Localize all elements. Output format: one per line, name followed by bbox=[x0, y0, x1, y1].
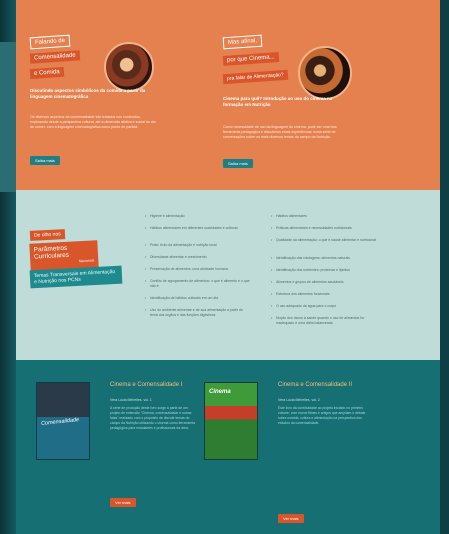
book-cover-2[interactable]: Cinema bbox=[204, 382, 258, 460]
bullet-item: Preservação de alimentos: uma atividade … bbox=[145, 267, 250, 272]
bullet-item: Hábitos alimentares em diferentes socied… bbox=[145, 226, 250, 231]
right-subtitle: Cinema para quê? Introdução ao uso do ci… bbox=[223, 96, 333, 107]
bullet-item: Higiene e alimentação bbox=[145, 214, 250, 219]
tag-mas-afinal: Mas afinal, bbox=[222, 34, 263, 50]
side-strip bbox=[0, 42, 16, 192]
bullet-item: Qualidade da alimentação: o que é saúde … bbox=[271, 238, 376, 243]
book1-title: Cinema e Comensalidade I bbox=[110, 382, 183, 388]
bullet-item: Identificação das rotulagens: alimentos … bbox=[271, 256, 376, 261]
section-intro: Falando de Comensalidade e Comida Discut… bbox=[0, 0, 440, 192]
film-still-circle-2 bbox=[298, 46, 352, 100]
book2-ver-mais-button[interactable]: Ver mais bbox=[278, 514, 304, 523]
book-cover-1-title: Comensalidade bbox=[40, 417, 80, 427]
film-still-circle-1 bbox=[104, 42, 154, 92]
bullet-item: Diversidade alimentar e crescimento bbox=[145, 255, 250, 260]
bullet-item: Estrutura dos alimentos funcionais bbox=[271, 292, 376, 297]
section-books: Comensalidade Cinema e Comensalidade I V… bbox=[16, 360, 440, 534]
bullet-item: Hábitos alimentares bbox=[271, 214, 376, 219]
bullet-item: Conflito de agrupamento de alimentos: o … bbox=[145, 279, 250, 289]
tag-falando: Falando de bbox=[29, 34, 71, 50]
tag-alimentacao: pra falar de Alimentação? bbox=[222, 69, 288, 85]
page: Falando de Comensalidade e Comida Discut… bbox=[0, 0, 440, 534]
bullet-item: Identificação de hábitos culturais em um… bbox=[145, 296, 250, 301]
bullet-item: Noção dos riscos à saúde quando o uso de… bbox=[271, 316, 376, 326]
book1-ver-mais-button[interactable]: Ver mais bbox=[110, 498, 136, 507]
tag-comensalidade: Comensalidade bbox=[29, 50, 80, 64]
bullet-item: Práticas alimentares e necessidades nutr… bbox=[271, 226, 376, 231]
book-cover-2-title: Cinema bbox=[209, 389, 231, 395]
bullet-item: Uso do ambiente alimentar e de sua alime… bbox=[145, 308, 250, 318]
section-pcn: De olho nos Parâmetros Curriculares Naci… bbox=[16, 190, 440, 360]
book2-meta: Vera Lúcia Meirelles. vol. 2 bbox=[278, 398, 320, 402]
temas-transversais-box: Temas Transversais em Alimentação e Nutr… bbox=[29, 265, 123, 289]
tag-comida: e Comida bbox=[29, 66, 64, 80]
bullet-item: Identificação dos nutrientes: proteínas … bbox=[271, 268, 376, 273]
right-saiba-mais-button[interactable]: Saiba mais bbox=[223, 159, 253, 168]
left-saiba-mais-button[interactable]: Saiba mais bbox=[30, 156, 60, 165]
book1-meta: Vera Lúcia Meirelles. vol. 1 bbox=[110, 398, 152, 402]
bullet-item: Prato: fruto da alimentação e nutrição l… bbox=[145, 243, 250, 248]
book2-text: Este livro dá continuidade ao projeto in… bbox=[278, 406, 366, 425]
tag-de-olho: De olho nos bbox=[29, 229, 65, 241]
right-backdrop bbox=[440, 0, 449, 534]
book-cover-1[interactable]: Comensalidade bbox=[36, 382, 90, 460]
bullet-item: O uso adequado da água para o corpo bbox=[271, 304, 376, 309]
pcn-title-box: Parâmetros Curriculares Nacionais bbox=[29, 240, 99, 271]
tag-por-que-cinema: por que Cinema... bbox=[222, 52, 279, 66]
left-subtitle: Discutindo aspectos simbólicos da comida… bbox=[30, 88, 146, 99]
right-text: Como necessidade de uso da linguagem do … bbox=[223, 125, 337, 139]
book1-text: A série de produção deste livro surge a … bbox=[110, 406, 195, 430]
bullet-item: Alimentos e grupos de alimentos saudávei… bbox=[271, 280, 376, 285]
left-text: Os diversos aspectos da comensalidade sã… bbox=[30, 115, 156, 129]
book2-title: Cinema e Comensalidade II bbox=[278, 382, 353, 388]
